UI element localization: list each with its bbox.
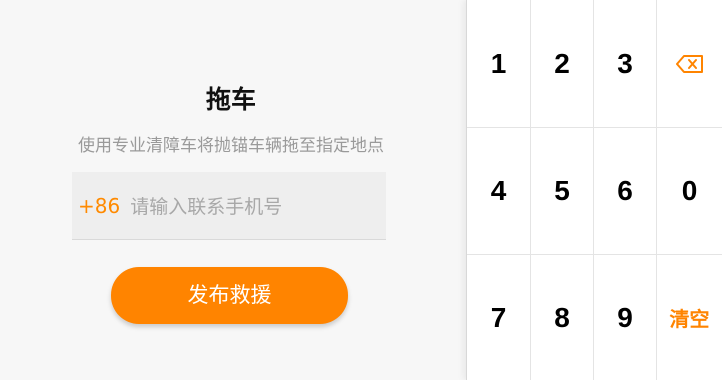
- key-6[interactable]: 6: [594, 128, 657, 255]
- key-1[interactable]: 1: [467, 0, 531, 128]
- phone-placeholder: 请输入联系手机号: [130, 196, 283, 218]
- key-7[interactable]: 7: [467, 255, 531, 380]
- key-4[interactable]: 4: [467, 128, 531, 255]
- service-description: 使用专业清障车将抛锚车辆拖至指定地点: [78, 136, 384, 156]
- key-9[interactable]: 9: [594, 255, 657, 380]
- key-0[interactable]: 0: [657, 128, 722, 255]
- numeric-keypad: 1 2 3 4 5 6 0 7 8 9 清空: [466, 0, 722, 380]
- publish-rescue-button[interactable]: 发布救援: [111, 267, 348, 324]
- key-3[interactable]: 3: [594, 0, 657, 128]
- backspace-icon: [675, 48, 704, 80]
- country-code: +86: [78, 193, 121, 218]
- page-title: 拖车: [205, 85, 256, 114]
- backspace-key[interactable]: [657, 0, 722, 128]
- rescue-form-panel: 拖车 使用专业清障车将抛锚车辆拖至指定地点 +86 请输入联系手机号 发布救援: [0, 0, 466, 380]
- key-5[interactable]: 5: [531, 128, 594, 255]
- key-8[interactable]: 8: [531, 255, 594, 380]
- key-2[interactable]: 2: [531, 0, 594, 128]
- phone-input[interactable]: +86 请输入联系手机号: [72, 172, 386, 240]
- clear-key[interactable]: 清空: [657, 255, 722, 380]
